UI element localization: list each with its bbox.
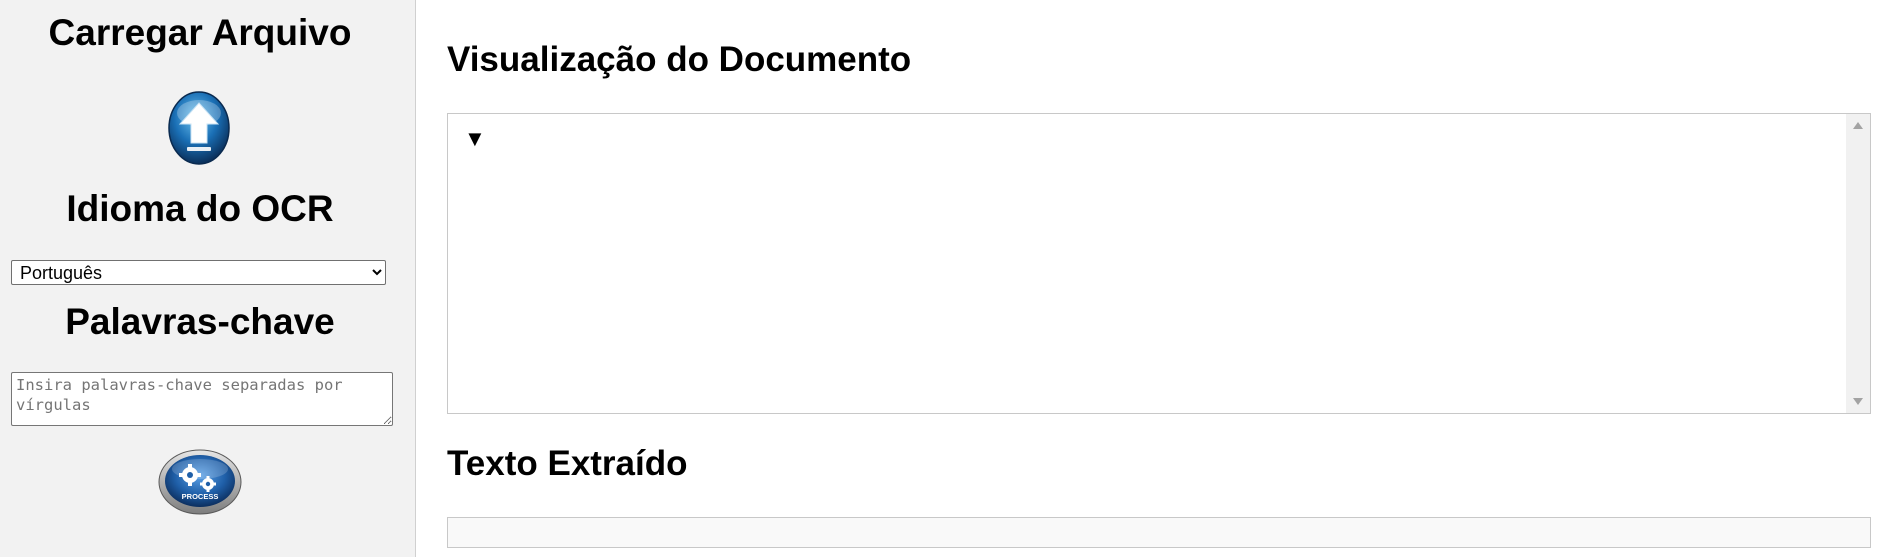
- scroll-down-arrow-icon[interactable]: [1853, 398, 1863, 405]
- extracted-text-box[interactable]: [447, 517, 1871, 548]
- ocr-language-select-wrapper: Português: [11, 260, 386, 285]
- keywords-title: Palavras-chave: [65, 301, 335, 342]
- document-preview-box: ▼: [447, 113, 1871, 414]
- upload-title: Carregar Arquivo: [48, 12, 352, 53]
- extracted-text-title: Texto Extraído: [447, 444, 688, 483]
- document-preview-title: Visualização do Documento: [447, 40, 912, 79]
- keywords-input[interactable]: [11, 372, 393, 426]
- ocr-language-title: Idioma do OCR: [66, 188, 334, 229]
- upload-arrow-icon[interactable]: [168, 91, 230, 165]
- preview-scrollbar[interactable]: [1846, 114, 1870, 413]
- ocr-language-select[interactable]: Português: [11, 260, 386, 285]
- process-label: PROCESS: [182, 492, 219, 501]
- sidebar: Carregar Arquivo Idioma do OCR Português…: [0, 0, 416, 557]
- scroll-up-arrow-icon[interactable]: [1853, 122, 1863, 129]
- preview-toggle[interactable]: ▼: [464, 128, 486, 150]
- keywords-field-wrapper: [11, 372, 393, 431]
- process-button[interactable]: PROCESS: [157, 448, 243, 516]
